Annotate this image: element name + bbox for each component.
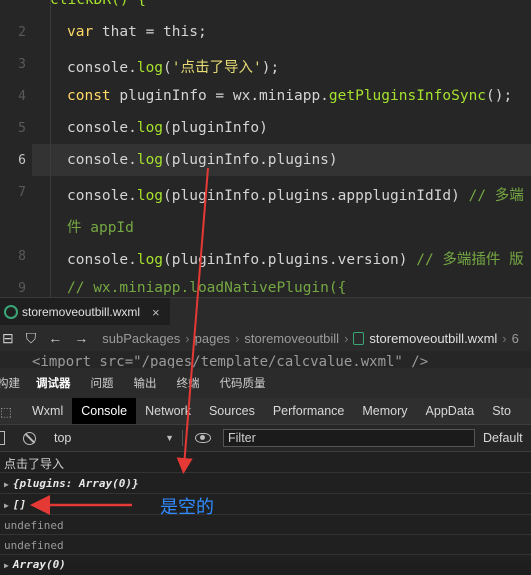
log-levels-dropdown[interactable]: Default — [483, 431, 523, 445]
inspect-icon[interactable]: ⬚ — [0, 398, 23, 424]
divider — [182, 430, 183, 446]
line-number: 2 — [18, 25, 26, 40]
chevron-right-icon: › — [185, 330, 190, 346]
tab-wxml[interactable]: Wxml — [23, 398, 72, 424]
code-line: console.log(pluginInfo.plugins.version) … — [67, 252, 524, 268]
tab-build[interactable]: 构建 — [0, 375, 20, 391]
close-icon[interactable]: × — [152, 305, 160, 320]
console-object-row[interactable]: ▶[] — [0, 494, 531, 515]
console-object-row[interactable]: ▶ {plugins: Array(0)} — [0, 473, 531, 494]
tab-debugger[interactable]: 调试器 — [36, 375, 71, 391]
tab-output[interactable]: 输出 — [134, 375, 157, 391]
panel-tab-bar: 构建 调试器 问题 输出 终端 代码质量 — [0, 368, 531, 398]
filter-input[interactable]: Filter — [223, 429, 475, 447]
code-line: var that = this; — [67, 24, 207, 40]
tab-terminal[interactable]: 终端 — [177, 375, 200, 391]
line-gutter: 2 3 4 5 6 7 8 9 — [0, 0, 30, 297]
tab-problems[interactable]: 问题 — [91, 375, 114, 391]
sidebar-toggle-icon[interactable] — [0, 431, 5, 445]
tab-memory[interactable]: Memory — [353, 398, 416, 424]
expand-triangle-icon[interactable]: ▶ — [4, 561, 9, 570]
console-message: 点击了导入 — [0, 452, 531, 473]
wxml-file-icon — [4, 305, 18, 319]
code-line-current: console.log(pluginInfo.plugins) — [67, 152, 338, 168]
chevron-right-icon: › — [502, 330, 507, 346]
caret-down-icon: ▼ — [165, 433, 174, 443]
code-line-wrapped: 件 appId — [67, 220, 134, 236]
file-tab-bar: storemoveoutbill.wxml × — [0, 297, 531, 326]
console-message-text: 点击了导入 — [4, 457, 65, 471]
eye-icon[interactable] — [195, 433, 211, 443]
console-toolbar: top ▼ Filter Default — [0, 425, 531, 452]
breadcrumb-item-current[interactable]: storemoveoutbill.wxml — [369, 331, 497, 346]
tab-sources[interactable]: Sources — [200, 398, 264, 424]
back-arrow-icon[interactable]: ← — [48, 330, 62, 346]
console-output: 点击了导入 ▶ {plugins: Array(0)} ▶[] undefined… — [0, 452, 531, 571]
code-editor[interactable]: 2 3 4 5 6 7 8 9 clickDR() { var that = t… — [0, 0, 531, 297]
tab-network[interactable]: Network — [136, 398, 200, 424]
import-line-text: <import src="/pages/template/calcvalue.w… — [32, 354, 429, 368]
context-value: top — [54, 431, 72, 445]
indent-guide — [50, 0, 51, 297]
console-message: undefined — [0, 515, 531, 535]
breadcrumb-item[interactable]: pages — [195, 331, 230, 346]
line-number: 5 — [18, 121, 26, 136]
wxml-file-icon — [353, 331, 365, 345]
breadcrumb: ⊟ ⛉ ← → subPackages › pages › storemoveo… — [0, 325, 531, 351]
chevron-right-icon: › — [235, 330, 240, 346]
line-number: 9 — [18, 281, 26, 296]
code-line: // wx.miniapp.loadNativePlugin({ — [67, 280, 347, 296]
tab-console[interactable]: Console — [72, 398, 137, 424]
expand-triangle-icon[interactable]: ▶ — [4, 480, 9, 489]
breadcrumb-item[interactable]: 6 — [512, 331, 519, 346]
console-array-text: Array(0) — [12, 558, 66, 571]
devtools-tab-bar: ⬚ Wxml Console Network Sources Performan… — [0, 398, 531, 425]
chevron-right-icon: › — [344, 330, 349, 346]
context-selector[interactable]: top ▼ — [54, 431, 174, 445]
code-line: console.log(pluginInfo) — [67, 120, 268, 136]
line-number: 8 — [18, 249, 26, 264]
bookmark-icon[interactable]: ⛉ — [26, 330, 37, 347]
tab-storage[interactable]: Sto — [483, 398, 520, 424]
line-number: 7 — [18, 185, 26, 200]
console-message: undefined — [0, 535, 531, 555]
line-number: 3 — [18, 57, 26, 72]
split-editor-icon[interactable]: ⊟ — [2, 330, 14, 347]
line-number-active: 6 — [18, 153, 26, 168]
console-object-text: {plugins: Array(0)} — [12, 477, 139, 490]
code-line: const pluginInfo = wx.miniapp.getPlugins… — [67, 88, 513, 104]
tab-performance[interactable]: Performance — [264, 398, 354, 424]
tab-code-quality[interactable]: 代码质量 — [220, 375, 266, 391]
expand-triangle-icon[interactable]: ▶ — [4, 501, 9, 510]
console-undefined-text: undefined — [4, 519, 64, 532]
line-number: 4 — [18, 89, 26, 104]
code-line-import: <import src="/pages/template/calcvalue.w… — [0, 351, 531, 368]
tab-appdata[interactable]: AppData — [417, 398, 484, 424]
code-line: console.log(pluginInfo.plugins.appplugin… — [67, 188, 524, 204]
file-tab-label: storemoveoutbill.wxml — [22, 305, 141, 319]
breadcrumb-item[interactable]: subPackages — [102, 331, 180, 346]
code-line-header: clickDR() { — [50, 0, 147, 8]
console-object-row[interactable]: ▶ Array(0) — [0, 555, 531, 575]
annotation-note: 是空的 — [160, 497, 214, 517]
file-tab[interactable]: storemoveoutbill.wxml × — [0, 298, 170, 326]
console-undefined-text: undefined — [4, 539, 64, 552]
console-array-text: [] — [12, 498, 27, 511]
clear-console-icon[interactable] — [23, 431, 36, 445]
code-line: console.log('点击了导入'); — [67, 60, 280, 76]
breadcrumb-item[interactable]: storemoveoutbill — [244, 331, 339, 346]
forward-arrow-icon[interactable]: → — [74, 330, 88, 346]
